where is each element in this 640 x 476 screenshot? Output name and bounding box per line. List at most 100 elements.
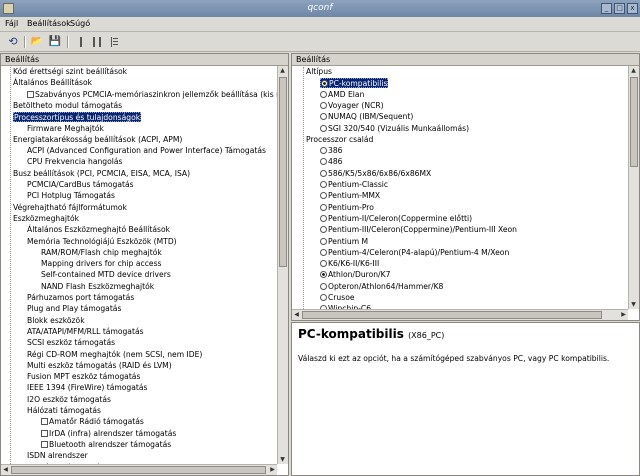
menu-tree-item[interactable]: PCMCIA/CardBus támogatás (27, 180, 134, 190)
radio-button-icon[interactable] (320, 203, 327, 211)
maximize-button[interactable]: □ (614, 3, 625, 14)
option-tree-item[interactable]: 486 (320, 157, 343, 167)
full-view-button[interactable] (107, 34, 123, 50)
option-tree-item[interactable]: Pentium-4/Celeron(P4-alapú)/Pentium-4 M/… (320, 248, 509, 258)
menu-tree-item[interactable]: IrDA (infra) alrendszer támogatás (41, 429, 176, 439)
menu-tree-item[interactable]: Firmware Meghajtók (27, 124, 104, 134)
radio-button-icon[interactable] (320, 260, 327, 268)
menu-help[interactable]: Súgó (70, 19, 90, 28)
menu-tree-item[interactable]: Általános Eszközmeghajtó Beállítások (27, 225, 170, 235)
checkbox-icon[interactable] (27, 90, 34, 98)
menu-tree-item[interactable]: I2O eszköz támogatás (27, 395, 111, 405)
menu-tree-item[interactable]: Fusion MPT eszköz támogatás (27, 372, 140, 382)
menu-tree-item[interactable]: Busz beállítások (PCI, PCMCIA, EISA, MCA… (13, 169, 190, 179)
option-tree-item[interactable]: NUMAQ (IBM/Sequent) (320, 112, 413, 122)
scroll-down-icon[interactable]: ▼ (629, 300, 638, 309)
checkbox-icon[interactable] (41, 440, 48, 448)
left-column-header[interactable]: Beállítás (1, 54, 288, 66)
menu-tree-item[interactable]: CPU Frekvencia hangolás (27, 157, 123, 167)
menu-tree-item[interactable]: Bluetooth alrendszer támogatás (41, 440, 171, 450)
radio-button-icon[interactable] (320, 90, 327, 98)
radio-button-icon[interactable] (320, 271, 327, 279)
right-scroll-thumb[interactable] (630, 77, 638, 167)
option-tree-item[interactable]: Athlon/Duron/K7 (320, 270, 390, 280)
menu-options[interactable]: Beállítások (27, 19, 71, 28)
option-tree-item[interactable]: Processzor család (306, 135, 373, 145)
option-tree-item[interactable]: Altípus (306, 67, 332, 77)
option-tree-item[interactable]: Crusoe (320, 293, 355, 303)
option-tree-item[interactable]: K6/K6-II/K6-III (320, 259, 379, 269)
radio-button-icon[interactable] (320, 113, 327, 121)
menu-tree-item[interactable]: Multi eszköz támogatás (RAID és LVM) (27, 361, 172, 371)
menu-tree-item[interactable]: Hálózati támogatás (27, 406, 101, 416)
menu-tree-item[interactable]: Energiatakarékosság beállítások (ACPI, A… (13, 135, 182, 145)
menu-tree-item[interactable]: Kód érettségi szint beállítások (13, 67, 127, 77)
option-tree-item[interactable]: PC-kompatibilis (320, 78, 389, 89)
menu-tree-item[interactable]: Általános Beállítások (13, 78, 92, 88)
menu-tree-item[interactable]: Amatőr Rádió támogatás (41, 417, 144, 427)
open-folder-icon[interactable]: 📂 (29, 34, 45, 50)
radio-button-icon[interactable] (320, 294, 327, 301)
minimize-button[interactable]: _ (601, 3, 612, 14)
option-tree-item[interactable]: Pentium-II/Celeron(Coppermine előtti) (320, 214, 472, 224)
menu-tree-item[interactable]: IEEE 1394 (FireWire) támogatás (27, 383, 148, 393)
menu-tree-item[interactable]: ATA/ATAPI/MFM/RLL támogatás (27, 327, 144, 337)
left-scroll-thumb[interactable] (279, 77, 287, 267)
checkbox-icon[interactable] (41, 429, 48, 437)
radio-button-icon[interactable] (320, 214, 327, 222)
menu-tree-item[interactable]: Végrehajtható fájlformátumok (13, 203, 127, 213)
menu-tree-item[interactable]: RAM/ROM/Flash chip meghajtók (41, 248, 162, 258)
right-column-header[interactable]: Beállítás (292, 54, 639, 66)
menu-tree-item[interactable]: Memória Technológiájú Eszközök (MTD) (27, 237, 177, 247)
radio-button-icon[interactable] (320, 226, 327, 234)
back-icon[interactable]: ⟲ (5, 34, 21, 50)
menu-tree-item[interactable]: Párhuzamos port támogatás (27, 293, 134, 303)
left-vertical-scrollbar[interactable]: ▲ ▼ (277, 66, 288, 464)
option-tree-item[interactable]: Opteron/Athlon64/Hammer/K8 (320, 282, 443, 292)
radio-button-icon[interactable] (320, 248, 327, 256)
right-hscroll-thumb[interactable] (302, 311, 602, 319)
menu-tree-item[interactable]: PCI Hotplug Támogatás (27, 191, 115, 201)
save-icon[interactable]: 💾 (47, 34, 63, 50)
option-tree-item[interactable]: Pentium-Classic (320, 180, 388, 190)
option-tree-item[interactable]: AMD Elan (320, 90, 364, 100)
radio-button-icon[interactable] (321, 80, 328, 88)
menu-tree-item[interactable]: ISDN alrendszer (27, 451, 88, 461)
menu-tree-item[interactable]: Szabványos PCMCIA-memóriaszinkron jellem… (27, 90, 277, 100)
scroll-down-icon[interactable]: ▼ (278, 455, 287, 464)
menu-tree-item[interactable]: Betöltheto modul támogatás (13, 101, 122, 111)
radio-button-icon[interactable] (320, 158, 327, 166)
scroll-left-icon[interactable]: ◀ (292, 310, 301, 319)
option-tree-item[interactable]: Pentium-MMX (320, 191, 380, 201)
single-view-button[interactable] (73, 34, 89, 50)
menu-file[interactable]: Fájl (5, 19, 18, 28)
scroll-up-icon[interactable]: ▲ (278, 66, 287, 75)
scroll-right-icon[interactable]: ▶ (619, 310, 628, 319)
option-tree-item[interactable]: Voyager (NCR) (320, 101, 384, 111)
menu-tree-item[interactable]: Plug and Play támogatás (27, 304, 121, 314)
menu-tree-item[interactable]: ACPI (Advanced Configuration and Power I… (27, 146, 266, 156)
right-horizontal-scrollbar[interactable]: ◀ ▶ (292, 309, 628, 320)
menu-tree-item[interactable]: Eszközmeghajtók (13, 214, 79, 224)
left-hscroll-thumb[interactable] (11, 466, 266, 474)
radio-button-icon[interactable] (320, 282, 327, 290)
split-view-button[interactable] (89, 34, 105, 50)
menu-tree-item[interactable]: Self-contained MTD device drivers (41, 270, 171, 280)
option-tree-item[interactable]: 386 (320, 146, 343, 156)
option-tree-item[interactable]: Pentium-III/Celeron(Coppermine)/Pentium-… (320, 225, 517, 235)
menu-tree-item[interactable]: SCSI eszköz támogatás (27, 338, 115, 348)
checkbox-icon[interactable] (41, 418, 48, 426)
radio-button-icon[interactable] (320, 237, 327, 245)
radio-button-icon[interactable] (320, 124, 327, 132)
menu-tree-item[interactable]: Régi CD-ROM meghajtók (nem SCSI, nem IDE… (27, 350, 202, 360)
radio-button-icon[interactable] (320, 169, 327, 177)
scroll-left-icon[interactable]: ◀ (1, 465, 10, 474)
radio-button-icon[interactable] (320, 181, 327, 188)
radio-button-icon[interactable] (320, 147, 327, 155)
menu-tree-item[interactable]: Processzortípus és tulajdonságok (13, 112, 142, 123)
option-tree-item[interactable]: SGI 320/540 (Vizuális Munkaállomás) (320, 124, 469, 134)
right-vertical-scrollbar[interactable]: ▲ ▼ (628, 66, 639, 309)
radio-button-icon[interactable] (320, 192, 327, 200)
option-tree-item[interactable]: 586/K5/5x86/6x86/6x86MX (320, 169, 431, 179)
scroll-up-icon[interactable]: ▲ (629, 66, 638, 75)
